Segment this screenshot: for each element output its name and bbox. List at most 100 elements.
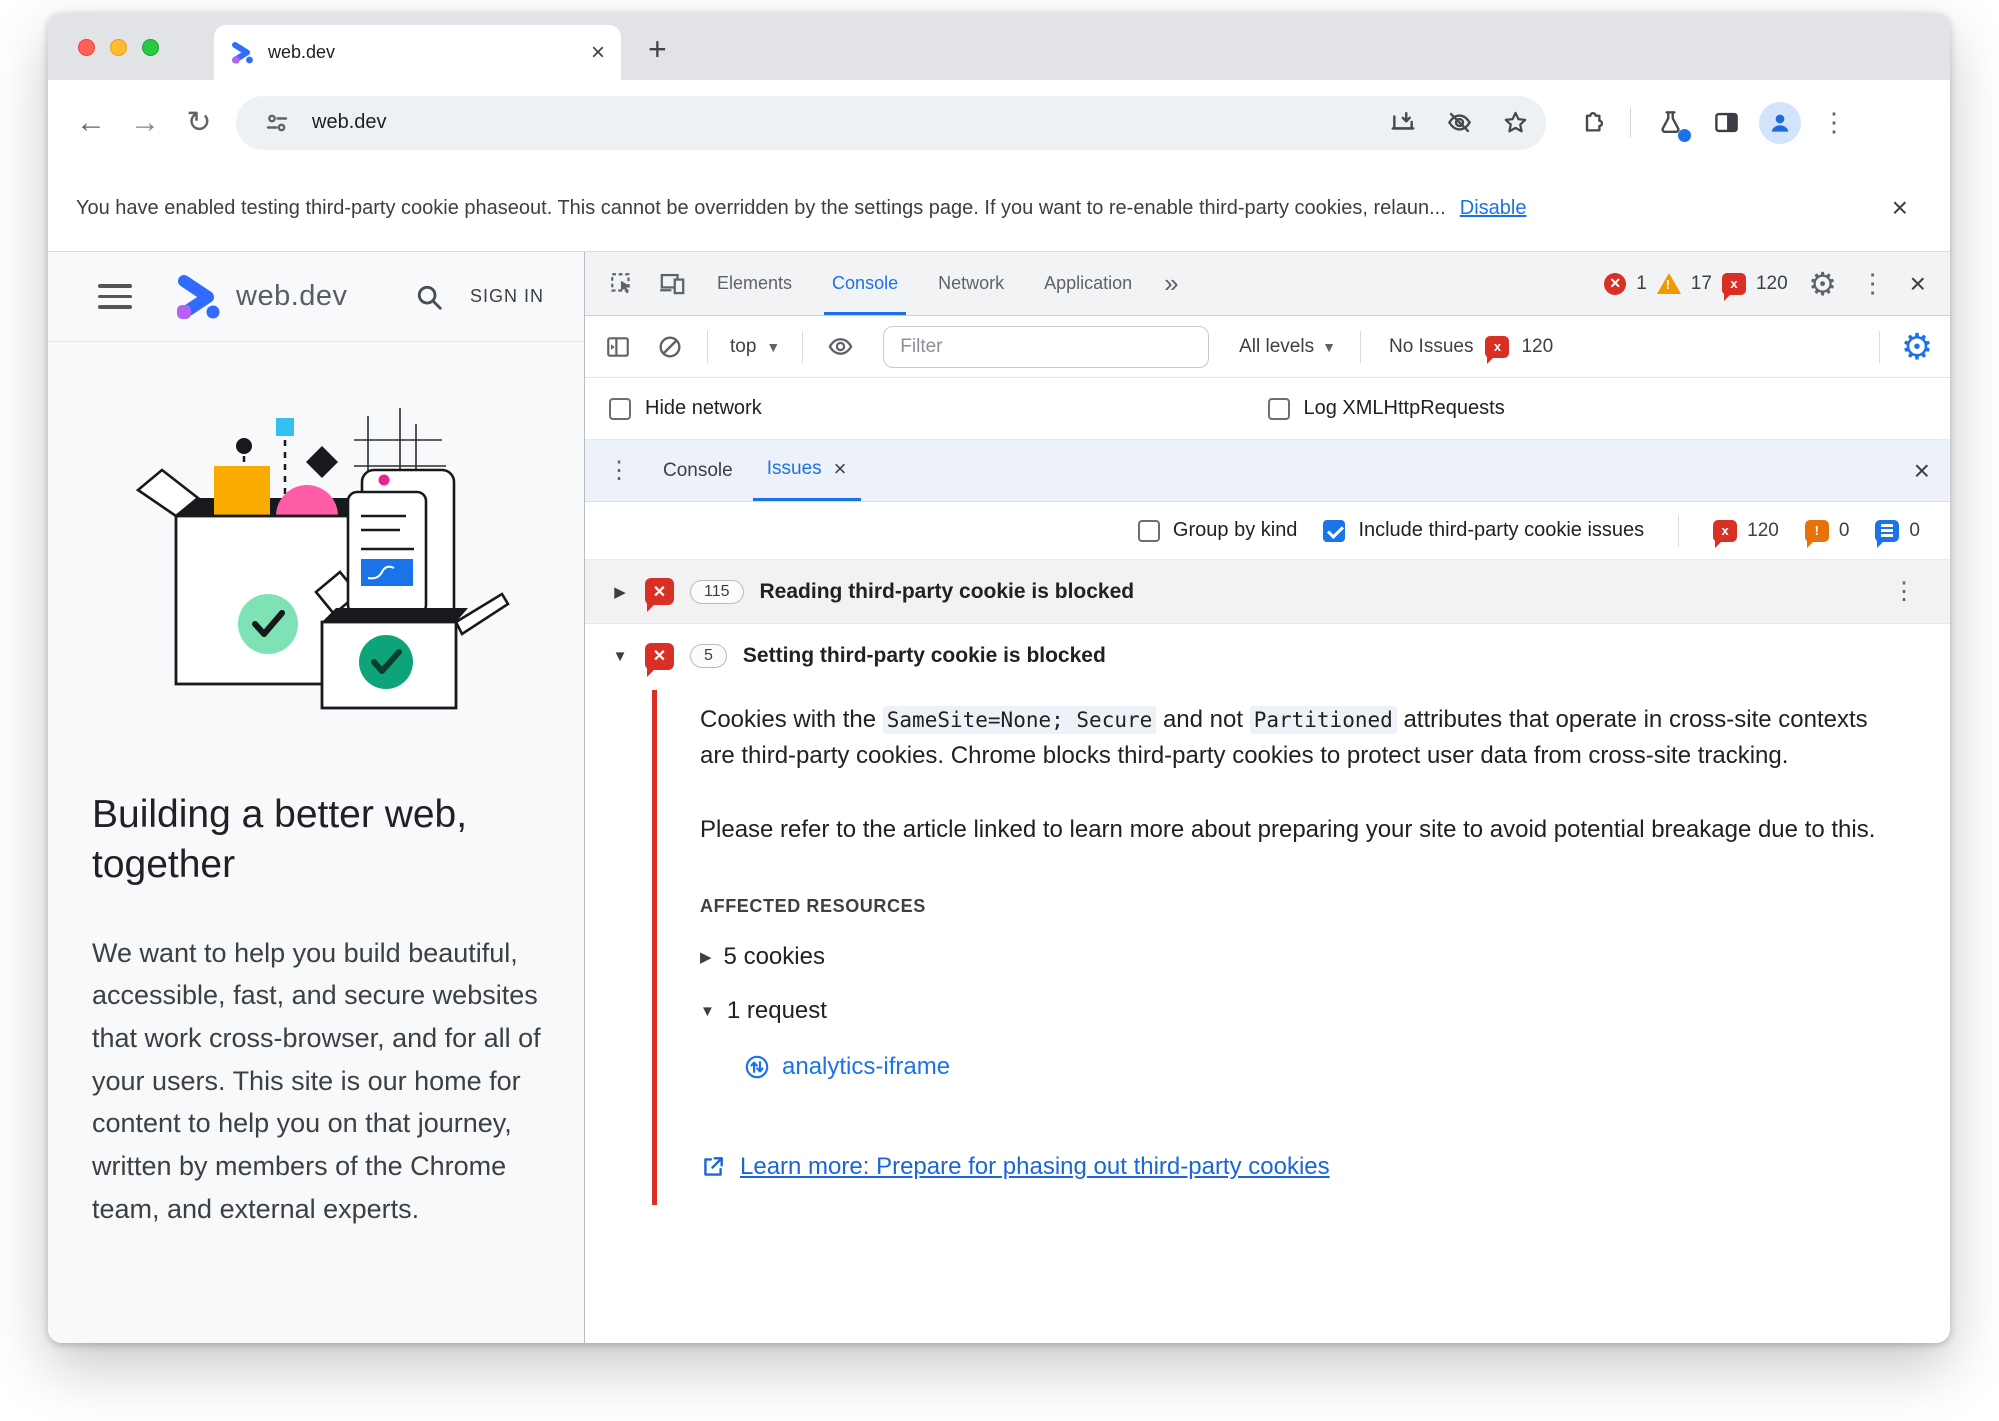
bookmark-star-icon[interactable] <box>1494 102 1536 144</box>
checkbox-checked-icon[interactable] <box>1323 519 1346 542</box>
issues-count: 120 <box>1755 272 1788 294</box>
collapse-down-icon[interactable]: ▼ <box>611 648 629 665</box>
issue-error-icon: ✕ <box>645 642 674 677</box>
issue-row-setting-cookie[interactable]: ▼ ✕ 5 Setting third-party cookie is bloc… <box>585 624 1950 688</box>
levels-label: All levels <box>1239 335 1315 357</box>
checkbox-unchecked-icon[interactable] <box>1137 519 1160 542</box>
checkbox-unchecked-icon[interactable] <box>609 397 631 420</box>
profile-avatar[interactable] <box>1759 101 1801 144</box>
console-sidebar-icon[interactable] <box>595 324 641 370</box>
error-count-icon[interactable]: ✕ <box>1604 272 1627 295</box>
warning-count: 17 <box>1690 272 1712 294</box>
issue-menu-kebab-icon[interactable]: ⋮ <box>1878 579 1930 603</box>
hero-paragraph: We want to help you build beautiful, acc… <box>92 937 541 1224</box>
search-icon[interactable] <box>414 282 444 312</box>
devtools-close-icon[interactable]: × <box>1900 268 1936 300</box>
devtools-status-badges: ✕ 1 17 x 120 <box>1604 272 1795 301</box>
tab-network[interactable]: Network <box>920 252 1022 315</box>
brand-name: web.dev <box>236 280 348 312</box>
no-issues-button[interactable]: No Issues x 120 <box>1375 335 1567 364</box>
issues-count-icon[interactable]: x <box>1721 272 1746 301</box>
log-xhr-checkbox[interactable]: Log XMLHttpRequests <box>1267 397 1505 420</box>
webdev-page: web.dev SIGN IN Building a better web, t… <box>48 252 584 1343</box>
hero-illustration <box>135 408 510 710</box>
issue-row-reading-cookie[interactable]: ▶ ✕ 115 Reading third-party cookie is bl… <box>585 560 1950 624</box>
checkbox-unchecked-icon[interactable] <box>1267 397 1290 420</box>
webdev-logo[interactable]: web.dev <box>172 273 348 321</box>
drawer-close-icon[interactable]: × <box>1904 455 1940 487</box>
request-link-label[interactable]: analytics-iframe <box>782 1053 950 1081</box>
drawer-tab-console[interactable]: Console <box>643 440 753 501</box>
device-toolbar-icon[interactable] <box>649 261 695 307</box>
tab-console[interactable]: Console <box>814 252 916 315</box>
issue-title[interactable]: Setting third-party cookie is blocked <box>743 644 1106 668</box>
include-third-party-checkbox[interactable]: Include third-party cookie issues <box>1323 519 1644 542</box>
console-settings-row: Hide network Log XMLHttpRequests <box>585 378 1950 440</box>
omnibox[interactable]: web.dev <box>236 95 1546 150</box>
external-link-icon <box>700 1154 726 1180</box>
message-badge-icon <box>1875 519 1900 548</box>
infobar-disable-link[interactable]: Disable <box>1460 197 1527 220</box>
issues-toolbar: Group by kind Include third-party cookie… <box>585 502 1950 560</box>
more-tabs-icon[interactable]: » <box>1154 268 1188 299</box>
affected-resources-header: AFFECTED RESOURCES <box>700 896 926 916</box>
flask-badge-dot <box>1678 128 1691 142</box>
collapse-down-icon[interactable]: ▼ <box>700 1003 715 1020</box>
live-expression-eye-icon[interactable] <box>817 324 863 370</box>
drawer-tab-issues[interactable]: Issues × <box>752 440 861 501</box>
back-icon[interactable]: ← <box>68 100 114 146</box>
affected-cookies-toggle[interactable]: ▶ 5 cookies <box>700 943 1890 971</box>
warning-badge-icon: ! <box>1804 519 1829 548</box>
extensions-puzzle-icon[interactable] <box>1568 100 1614 146</box>
drawer-tabbar: ⋮ Console Issues × × <box>585 440 1950 502</box>
learn-more-link[interactable]: Learn more: Prepare for phasing out thir… <box>700 1153 1890 1181</box>
tab-elements[interactable]: Elements <box>699 252 810 315</box>
browser-menu-kebab-icon[interactable]: ⋮ <box>1811 100 1857 146</box>
console-settings-gear-icon[interactable]: ⚙ <box>1894 324 1940 370</box>
clear-console-icon[interactable] <box>647 324 693 370</box>
content-area: web.dev SIGN IN Building a better web, t… <box>48 252 1950 1343</box>
reload-icon[interactable]: ↻ <box>176 100 222 146</box>
tab-close-icon[interactable]: × <box>591 40 605 65</box>
expand-right-icon[interactable]: ▶ <box>611 583 629 601</box>
site-settings-icon[interactable] <box>256 102 298 144</box>
traffic-lights <box>78 39 159 56</box>
message-count-value: 0 <box>1909 519 1920 541</box>
inspect-element-icon[interactable] <box>599 261 645 307</box>
url-text[interactable]: web.dev <box>312 111 1368 134</box>
eye-blocked-icon[interactable] <box>1438 102 1480 144</box>
issue-detail-body: Cookies with the SameSite=None; Secure a… <box>585 688 1950 1221</box>
devtools-menu-kebab-icon[interactable]: ⋮ <box>1850 261 1896 307</box>
group-by-kind-checkbox[interactable]: Group by kind <box>1137 519 1297 542</box>
infobar-message: You have enabled testing third-party coo… <box>76 196 1446 219</box>
browser-toolbar: ← → ↻ web.dev ⋮ <box>48 80 1950 165</box>
issues-tab-close-icon[interactable]: × <box>834 456 847 482</box>
expand-right-icon[interactable]: ▶ <box>700 948 712 966</box>
issue-title[interactable]: Reading third-party cookie is blocked <box>760 580 1135 604</box>
hide-network-checkbox[interactable]: Hide network <box>609 397 1268 420</box>
infobar-close-icon[interactable]: × <box>1892 192 1922 224</box>
sign-in-button[interactable]: SIGN IN <box>470 286 544 307</box>
devtools-settings-gear-icon[interactable]: ⚙ <box>1800 261 1846 307</box>
warning-count-icon[interactable] <box>1656 273 1681 294</box>
experiments-flask-icon[interactable] <box>1647 100 1693 146</box>
log-xhr-label: Log XMLHttpRequests <box>1303 397 1505 419</box>
tab-application[interactable]: Application <box>1026 252 1150 315</box>
side-panel-icon[interactable] <box>1703 100 1749 146</box>
install-icon[interactable] <box>1382 102 1424 144</box>
new-tab-button[interactable]: + <box>648 33 667 65</box>
console-filter-input[interactable] <box>883 325 1210 368</box>
forward-icon[interactable]: → <box>122 100 168 146</box>
hamburger-menu-icon[interactable] <box>98 284 132 309</box>
affected-requests-toggle[interactable]: ▼ 1 request <box>700 997 1890 1025</box>
zoom-window-button[interactable] <box>142 39 159 56</box>
request-resource-link[interactable]: analytics-iframe <box>744 1053 1890 1081</box>
learn-more-label[interactable]: Learn more: Prepare for phasing out thir… <box>740 1153 1330 1181</box>
drawer-menu-kebab-icon[interactable]: ⋮ <box>595 458 643 482</box>
minimize-window-button[interactable] <box>110 39 127 56</box>
log-levels-select[interactable]: All levels ▼ <box>1229 336 1346 358</box>
cookie-infobar: You have enabled testing third-party coo… <box>48 165 1950 252</box>
browser-tab[interactable]: web.dev × <box>214 25 621 80</box>
close-window-button[interactable] <box>78 39 95 56</box>
execution-context-select[interactable]: top ▼ <box>722 336 788 358</box>
